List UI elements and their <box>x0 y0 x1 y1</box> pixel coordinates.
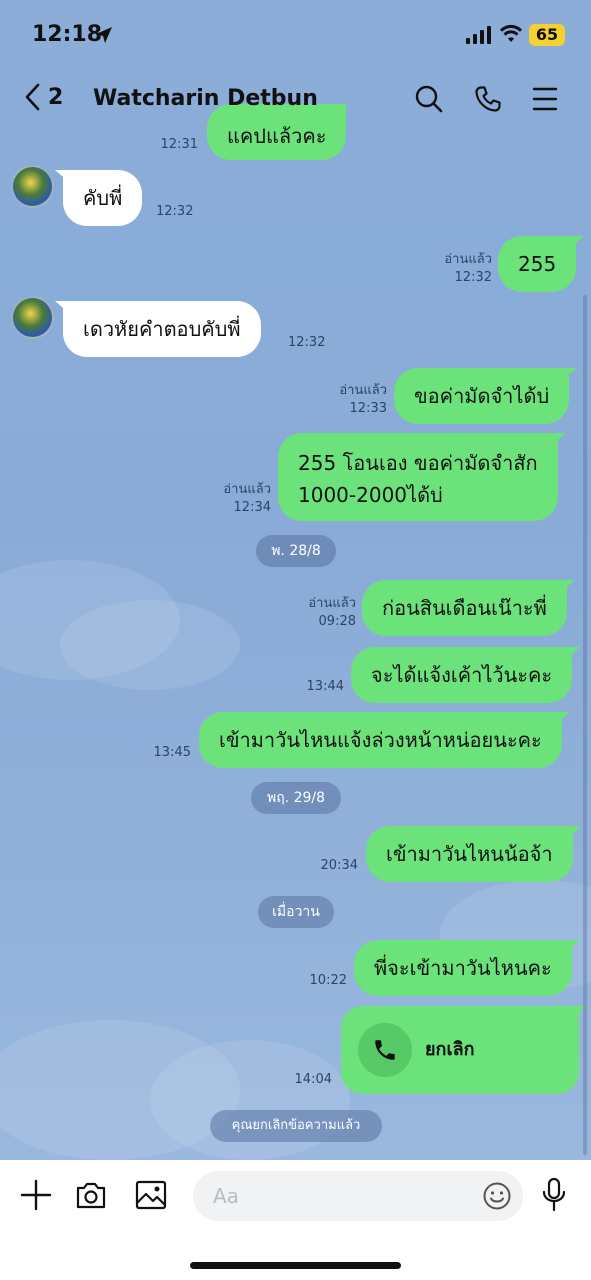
message-time: 13:45 <box>153 745 191 760</box>
message-outgoing[interactable]: ขอค่ามัดจำได้บ่ <box>394 368 578 424</box>
search-icon[interactable] <box>414 84 444 114</box>
message-outgoing[interactable]: ก่อนสินเดือนเน๊าะพี่ <box>362 580 575 636</box>
unread-count: 2 <box>48 84 64 110</box>
message-time: 12:31 <box>160 137 198 152</box>
message-time: 14:04 <box>294 1072 332 1087</box>
message-time: 13:44 <box>306 679 344 694</box>
message-time: 12:32 <box>156 204 194 219</box>
message-text: จะได้แจ้งเค้าไว้นะคะ <box>371 663 553 687</box>
home-indicator[interactable] <box>190 1262 401 1269</box>
phone-icon <box>358 1023 412 1077</box>
plus-icon[interactable] <box>19 1178 53 1212</box>
message-input-bar <box>0 1160 591 1280</box>
status-bar: 12:18 65 <box>0 0 591 72</box>
back-button[interactable]: 2 <box>22 82 63 112</box>
message-read-receipt: อ่านแล้ว 12:33 <box>339 383 387 416</box>
message-text: พี่จะเข้ามาวันไหนคะ <box>374 956 552 980</box>
microphone-icon[interactable] <box>540 1176 568 1214</box>
image-icon[interactable] <box>134 1178 168 1212</box>
message-read-receipt: อ่านแล้ว 12:32 <box>444 252 492 285</box>
chevron-left-icon <box>25 83 40 111</box>
message-outgoing[interactable]: 255 <box>498 236 585 292</box>
message-time: 10:22 <box>309 973 347 988</box>
contact-avatar[interactable] <box>11 165 54 208</box>
message-time: 20:34 <box>320 858 358 873</box>
emoji-icon[interactable] <box>482 1181 512 1211</box>
message-input[interactable] <box>193 1171 523 1221</box>
chat-background: แคปแล้วคะ 12:31 คับพี่ 12:32 อ่านแล้ว 12:… <box>0 0 591 1160</box>
message-outgoing[interactable]: เข้ามาวันไหนน้อจ้า <box>366 826 581 882</box>
date-separator: พ. 28/8 <box>256 535 336 567</box>
battery-indicator: 65 <box>529 24 565 46</box>
message-text: 255 <box>518 252 557 276</box>
message-outgoing[interactable]: จะได้แจ้งเค้าไว้นะคะ <box>351 647 581 703</box>
message-read-receipt: อ่านแล้ว 09:28 <box>308 596 356 629</box>
message-text: ขอค่ามัดจำได้บ่ <box>414 384 550 408</box>
date-separator: เมื่อวาน <box>258 896 334 928</box>
date-separator: พฤ. 29/8 <box>251 782 341 814</box>
message-read-receipt: อ่านแล้ว 12:34 <box>223 482 271 515</box>
message-text-line: 1000-2000ได้บ่ <box>298 483 443 507</box>
message-text: ก่อนสินเดือนเน๊าะพี่ <box>382 596 547 620</box>
message-text: เดวหัยคำตอบคับพี่ <box>83 317 241 341</box>
wifi-icon <box>500 24 522 42</box>
status-time: 12:18 <box>32 22 103 47</box>
call-status-label: ยกเลิก <box>425 1039 475 1060</box>
phone-icon[interactable] <box>473 84 503 114</box>
message-outgoing[interactable]: 255 โอนเอง ขอค่ามัดจำสัก 1000-2000ได้บ่ <box>278 433 566 521</box>
system-message: คุณยกเลิกข้อความแล้ว <box>210 1110 382 1142</box>
message-time: 12:32 <box>288 335 326 350</box>
contact-avatar[interactable] <box>11 296 54 339</box>
cellular-signal-icon <box>466 26 491 44</box>
call-message[interactable]: ยกเลิก <box>341 1006 587 1094</box>
chat-title[interactable]: Watcharin Detbun <box>93 86 318 111</box>
message-outgoing[interactable]: เข้ามาวันไหนแจ้งล่วงหน้าหน่อยนะคะ <box>199 712 570 768</box>
message-outgoing[interactable]: พี่จะเข้ามาวันไหนคะ <box>354 940 580 996</box>
chat-header: 2 Watcharin Detbun <box>0 72 591 130</box>
camera-icon[interactable] <box>74 1178 108 1212</box>
message-text: คับพี่ <box>83 186 123 210</box>
message-incoming[interactable]: เดวหัยคำตอบคับพี่ <box>55 301 261 357</box>
scrollbar[interactable] <box>583 295 587 1155</box>
location-arrow-icon <box>96 27 112 43</box>
message-text-line: 255 โอนเอง ขอค่ามัดจำสัก <box>298 451 538 475</box>
message-incoming[interactable]: คับพี่ <box>55 170 143 226</box>
menu-icon[interactable] <box>531 84 559 114</box>
message-text: เข้ามาวันไหนน้อจ้า <box>386 842 553 866</box>
message-text: เข้ามาวันไหนแจ้งล่วงหน้าหน่อยนะคะ <box>219 728 542 752</box>
